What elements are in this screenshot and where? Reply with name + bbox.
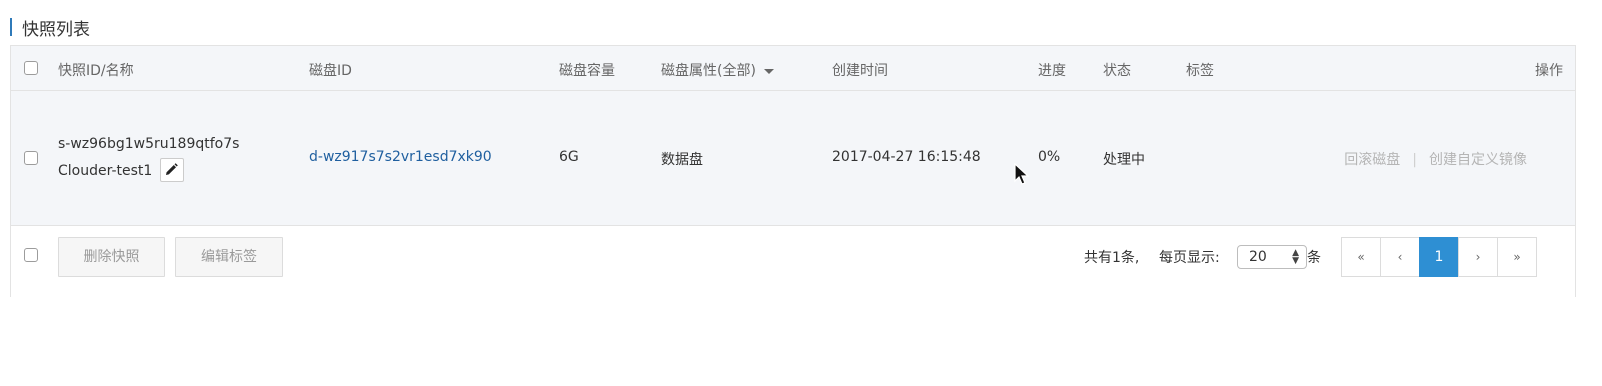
rollback-disk-link[interactable]: 回滚磁盘	[1344, 152, 1400, 168]
status-text: 处理中	[1103, 152, 1145, 168]
header-progress: 进度	[1038, 63, 1066, 79]
header-capacity: 磁盘容量	[559, 63, 615, 79]
select-arrows-icon: ▲ ▼	[1292, 248, 1299, 266]
per-page-label: 每页显示:	[1159, 250, 1220, 266]
table-header: 快照ID/名称 磁盘ID 磁盘容量 磁盘属性(全部) 创建时间 进度 状态 标签…	[11, 46, 1575, 91]
table-row: s-wz96bg1w5ru189qtfo7s Clouder-test1 d-w…	[11, 91, 1575, 226]
last-page-button[interactable]: »	[1497, 237, 1537, 277]
header-disk-id: 磁盘ID	[309, 63, 352, 79]
created-time: 2017-04-27 16:15:48	[832, 149, 981, 165]
header-id-name: 快照ID/名称	[58, 63, 134, 79]
title-accent-bar	[10, 18, 12, 36]
table-footer: 删除快照 编辑标签 共有1条, 每页显示: 20 ▲ ▼ 条 « ‹ 1 › »	[11, 226, 1575, 298]
disk-capacity: 6G	[559, 149, 579, 165]
pagination: « ‹ 1 › »	[1341, 237, 1537, 277]
disk-id-link[interactable]: d-wz917s7s2vr1esd7xk90	[309, 149, 492, 165]
header-status: 状态	[1103, 63, 1131, 79]
snapshot-name-group: Clouder-test1	[58, 158, 185, 183]
create-image-link[interactable]: 创建自定义镜像	[1429, 152, 1527, 168]
delete-snapshot-button[interactable]: 删除快照	[58, 237, 165, 277]
header-tags: 标签	[1186, 63, 1214, 79]
header-created: 创建时间	[832, 63, 888, 79]
next-page-button[interactable]: ›	[1458, 237, 1498, 277]
first-page-button[interactable]: «	[1341, 237, 1381, 277]
prev-page-button[interactable]: ‹	[1380, 237, 1420, 277]
progress-value: 0%	[1038, 149, 1061, 165]
select-all-checkbox[interactable]	[24, 61, 38, 75]
page-title: 快照列表	[22, 19, 90, 40]
disk-attribute: 数据盘	[661, 152, 703, 168]
edit-tags-button[interactable]: 编辑标签	[175, 237, 283, 277]
snapshot-name: Clouder-test1	[58, 163, 153, 179]
header-actions: 操作	[1535, 63, 1563, 79]
footer-select-all-checkbox[interactable]	[24, 248, 38, 262]
per-page-value: 20	[1249, 249, 1267, 265]
snapshot-table-panel: 快照ID/名称 磁盘ID 磁盘容量 磁盘属性(全部) 创建时间 进度 状态 标签…	[10, 45, 1576, 298]
row-actions: 回滚磁盘 | 创建自定义镜像	[1344, 149, 1527, 169]
current-page-button[interactable]: 1	[1419, 237, 1459, 277]
snapshot-id: s-wz96bg1w5ru189qtfo7s	[58, 136, 240, 152]
edit-name-button[interactable]	[160, 158, 185, 182]
per-page-select[interactable]: 20 ▲ ▼	[1237, 245, 1307, 269]
section-title: 快照列表	[10, 14, 90, 40]
row-checkbox[interactable]	[24, 151, 38, 165]
per-page-unit: 条	[1307, 250, 1321, 266]
mouse-cursor-icon	[1014, 163, 1030, 185]
total-count-text: 共有1条,	[1084, 250, 1140, 266]
header-attribute-filter[interactable]: 磁盘属性(全部)	[661, 60, 774, 80]
sort-caret-icon	[763, 68, 774, 74]
action-separator: |	[1412, 152, 1417, 168]
edit-pencil-icon	[166, 163, 179, 175]
header-attribute-label: 磁盘属性(全部)	[661, 63, 756, 79]
